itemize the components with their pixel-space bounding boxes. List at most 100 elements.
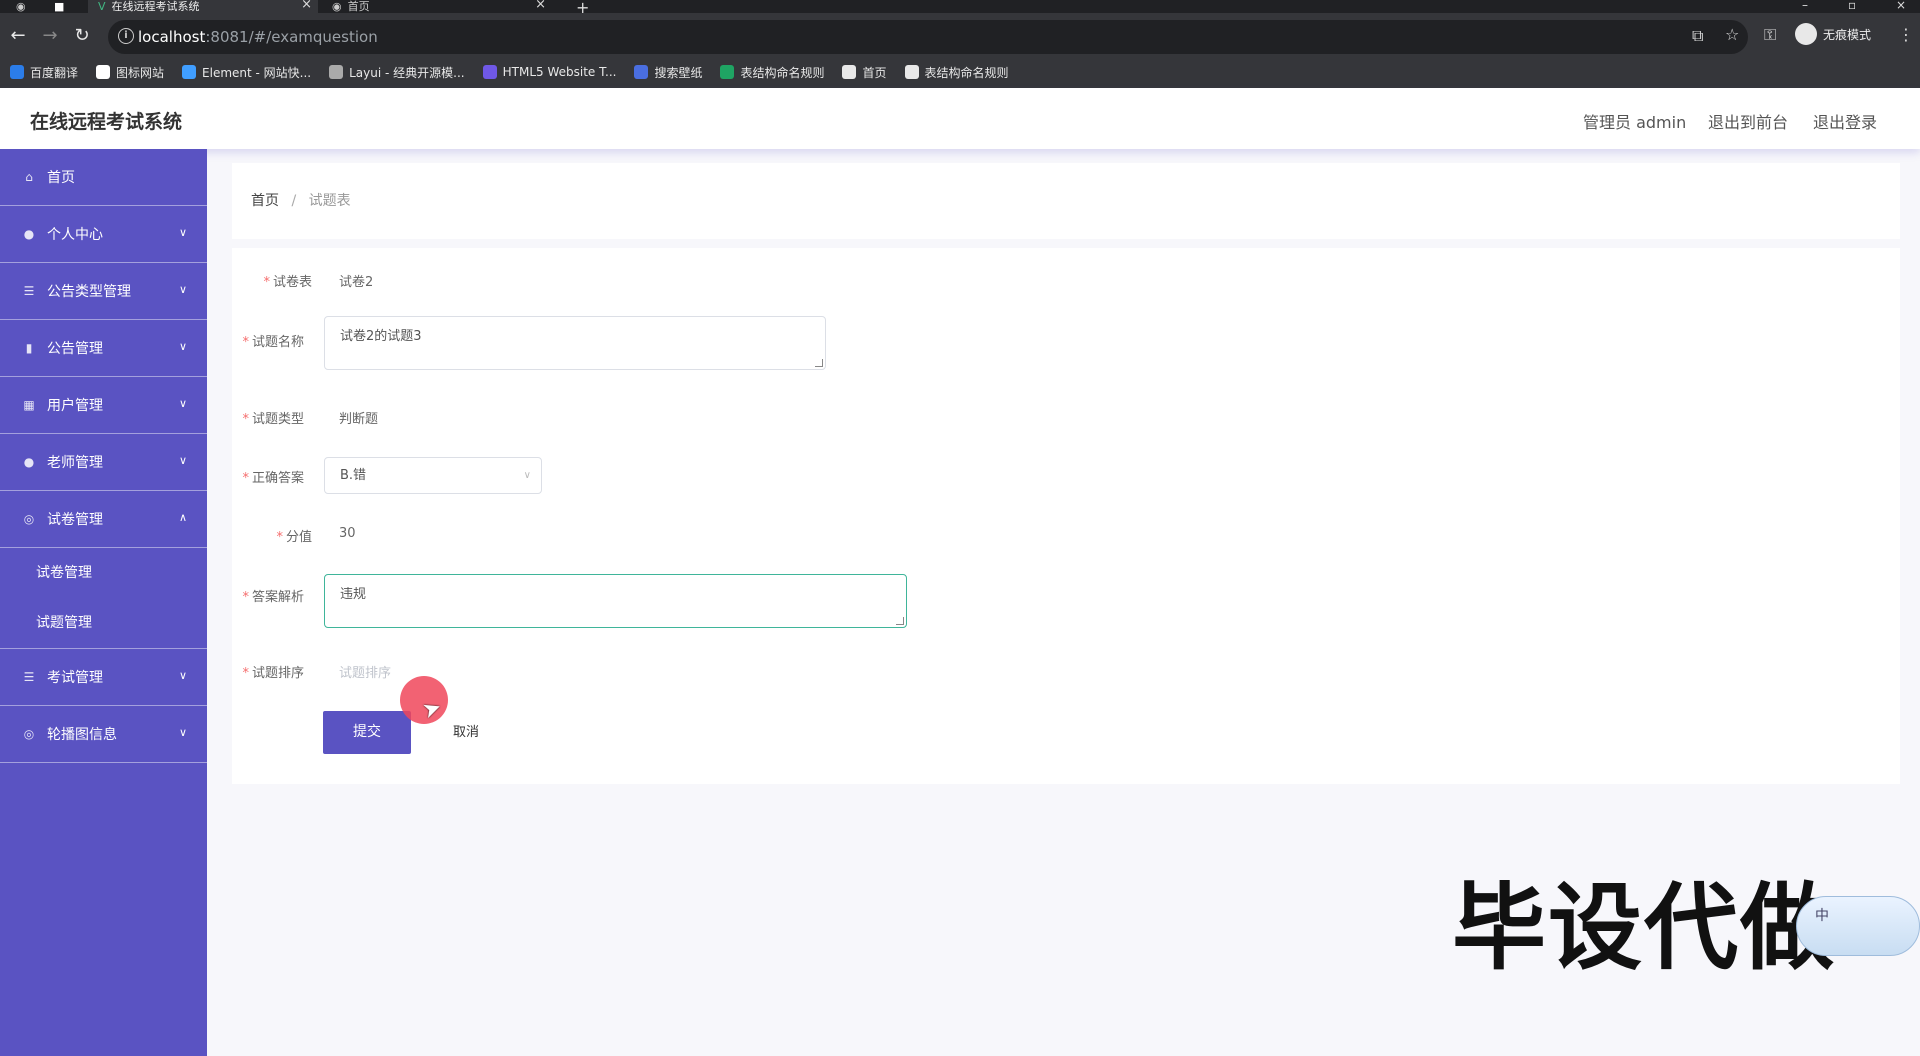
bookmark-item[interactable]: 百度翻译 [10,64,78,81]
analysis-label: * 答案解析 [242,590,304,605]
bookmark-icon [329,65,344,79]
sidebar-item[interactable]: ◎ 轮播图信息 ∨ [0,706,207,763]
tab-close-icon[interactable]: × [301,0,312,11]
bookmark-item[interactable]: 图标网站 [96,64,164,81]
submit-button[interactable]: 提交 [323,711,411,754]
tab-home[interactable]: ◉ 首页 × [322,0,552,13]
sidebar-item[interactable]: ◎ 试卷管理 ∧ [0,491,207,548]
app-title: 在线远程考试系统 [30,111,183,133]
bookmarks-bar: 百度翻译 图标网站 Element - 网站快... Layui - 经典开源模...… [0,56,1920,88]
globe-icon: ◉ [16,0,26,13]
admin-label[interactable]: 管理员 admin [1583,109,1686,133]
sidebar-item[interactable]: ● 老师管理 ∨ [0,434,207,491]
sidebar-subitem[interactable]: 试卷管理 [0,548,207,598]
incognito-icon [1795,23,1817,45]
tab-close-icon[interactable]: × [535,0,546,11]
minimize-icon[interactable]: – [1802,0,1808,12]
chevron-up-icon: ∧ [178,511,187,524]
sidebar-item-label: 公告管理 [47,341,103,357]
user-icon: ● [23,455,35,469]
sidebar-item-label: 轮播图信息 [47,727,117,743]
sidebar-item-label: 首页 [47,170,75,186]
incognito-indicator[interactable]: 无痕模式 [1795,23,1871,45]
bookmark-icon [482,65,497,79]
answer-selected-value: B.错 [340,468,367,483]
sidebar: ⌂ 首页 ● 个人中心 ∨ ☰ 公告类型管理 ∨ ▮ 公告管理 ∨ ▦ 用户管理 ∨ ● 老师管理 ∨ ◎ 试卷管理… [0,149,207,1056]
page-icon: ■ [54,0,65,13]
url-box[interactable]: i localhost:8081/#/examquestion ⧉ ☆ [108,20,1748,54]
bookmark-icon [904,65,919,79]
bookmark-icon [182,65,197,79]
app-header: 在线远程考试系统 管理员 admin 退出到前台 退出登录 [0,88,1920,149]
resize-handle-icon[interactable] [815,359,823,367]
chevron-down-icon: ∨ [178,283,187,296]
bookmark-item[interactable]: 首页 [842,64,887,81]
bookmark-icon [720,65,735,79]
sidebar-item[interactable]: ☰ 考试管理 ∨ [0,649,207,706]
sidebar-subitem[interactable]: 试题管理 [0,598,207,648]
bookmark-label: 表结构命名规则 [740,65,825,80]
answer-select[interactable]: B.错 ∨ [324,457,542,494]
forward-icon[interactable]: → [38,25,62,46]
bookmark-label: 首页 [862,65,887,80]
logout-link[interactable]: 退出登录 [1813,109,1877,133]
bookmark-item[interactable]: Element - 网站快... [182,64,311,81]
circle-icon: ◎ [23,727,35,741]
more-icon[interactable]: ⋮ [1898,25,1914,44]
star-icon[interactable]: ☆ [1725,25,1739,44]
sidebar-submenu: 试卷管理 试题管理 [0,548,207,649]
analysis-textarea[interactable]: 违规 [324,574,907,628]
sidebar-item[interactable]: ▦ 用户管理 ∨ [0,377,207,434]
score-label: * 分值 [276,530,312,545]
bar-chart-icon: ▮ [25,341,33,355]
bookmark-item[interactable]: HTML5 Website T... [482,65,616,79]
bookmark-label: Layui - 经典开源模... [349,65,465,80]
breadcrumb-home[interactable]: 首页 [251,193,279,209]
sidebar-item-label: 老师管理 [47,455,103,471]
vue-icon: V [98,0,106,13]
bookmark-item[interactable]: 表结构命名规则 [904,64,1009,81]
back-icon[interactable]: ← [6,25,30,46]
chrome-menu-tab[interactable]: ◉ [6,0,40,13]
info-icon[interactable]: i [118,28,134,44]
ime-widget[interactable]: 中 [1796,896,1920,956]
tab-title: 首页 [347,0,370,13]
breadcrumb: 首页 / 试题表 [251,190,351,210]
bookmark-item[interactable]: 表结构命名规则 [720,64,824,81]
bookmark-label: 百度翻译 [30,65,79,80]
list-icon: ☰ [23,670,35,684]
sidebar-item[interactable]: ● 个人中心 ∨ [0,206,207,263]
user-icon: ● [23,227,35,241]
bookmark-label: 图标网站 [116,65,165,80]
question-type-label: * 试题类型 [242,412,304,427]
sidebar-item-label: 用户管理 [47,398,103,414]
bookmark-item[interactable]: 搜索壁纸 [634,64,702,81]
question-name-label: * 试题名称 [242,335,304,350]
bookmark-label: 搜索壁纸 [654,65,703,80]
question-name-textarea[interactable]: 试卷2的试题3 [324,316,826,370]
breadcrumb-current: 试题表 [308,193,351,209]
sidebar-item[interactable]: ⌂ 首页 [0,149,207,206]
window-close-icon[interactable]: × [1896,0,1906,12]
ime-label: 中 [1815,908,1829,924]
chevron-down-icon: ∨ [178,454,187,467]
reload-icon[interactable]: ↻ [70,25,94,46]
to-front-link[interactable]: 退出到前台 [1708,109,1788,133]
pinned-tab[interactable]: ■ [40,0,88,13]
grid-icon: ▦ [23,398,35,412]
tab-active[interactable]: V 在线远程考试系统 × [88,0,318,13]
chevron-down-icon: ∨ [178,726,187,739]
resize-handle-icon[interactable] [896,617,904,625]
sidebar-item[interactable]: ☰ 公告类型管理 ∨ [0,263,207,320]
maximize-icon[interactable]: ▫ [1848,0,1856,12]
translate-icon[interactable]: ⧉ [1692,26,1703,46]
sidebar-item[interactable]: ▮ 公告管理 ∨ [0,320,207,377]
bookmark-item[interactable]: Layui - 经典开源模... [329,64,465,81]
form-card: * 试卷表 试卷2 * 试题名称 试卷2的试题3 * 试题类型 判断题 * 正确答案 B… [232,248,1900,784]
order-input[interactable]: 试题排序 [339,662,391,681]
watermark-text: 毕设代做 [1452,874,1837,983]
paper-label: * 试卷表 [263,275,312,290]
url-text[interactable]: localhost:8081/#/examquestion [138,28,378,46]
browser-tab-bar: ◉ ■ V 在线远程考试系统 × ◉ 首页 × + – ▫ × [0,0,1920,17]
key-icon[interactable]: ⚿ [1764,25,1776,45]
